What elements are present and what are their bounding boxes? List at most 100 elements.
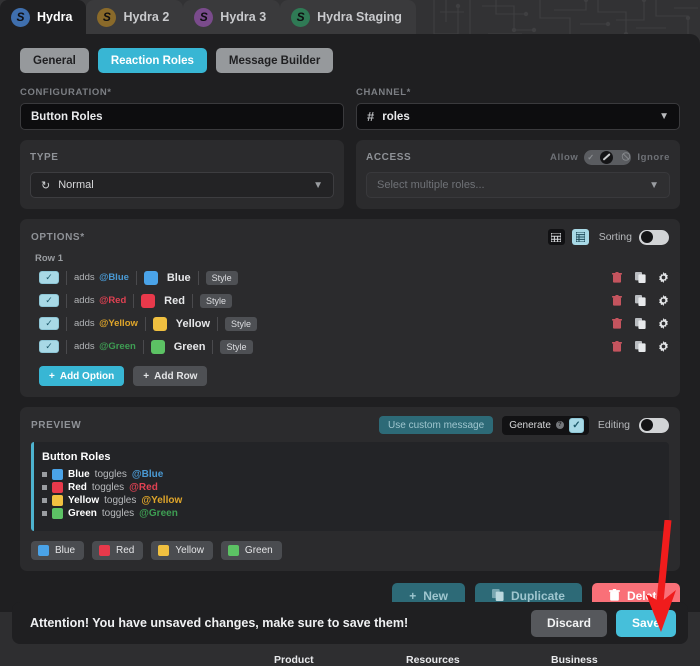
use-custom-message-button[interactable]: Use custom message (379, 416, 494, 434)
channel-label: CHANNEL* (356, 87, 411, 98)
tab-general[interactable]: General (20, 48, 89, 73)
option-row-actions[interactable] (611, 294, 669, 307)
divider (66, 293, 67, 308)
hydra-logo-purple-icon: S (194, 7, 214, 27)
savebar-actions[interactable]: Discard Save (530, 609, 676, 637)
access-roles-placeholder: Select multiple roles... (377, 179, 485, 191)
preview-header-tools[interactable]: Use custom message Generate ? ✓ Editing (379, 415, 669, 435)
channel-select[interactable]: # roles ▼ (356, 103, 680, 130)
add-buttons-row[interactable]: + Add Option + Add Row (39, 366, 669, 386)
access-card: ACCESS Allow ✓ ⃠ Ignore Select multiple … (356, 140, 680, 209)
hash-icon: # (367, 109, 375, 124)
options-header-tools[interactable]: Sorting (547, 229, 669, 245)
browser-tab-strip[interactable]: S Hydra S Hydra 2 S Hydra 3 S Hydra Stag… (0, 0, 450, 34)
configuration-value: Button Roles (31, 110, 103, 123)
preview-label: PREVIEW (31, 419, 82, 431)
access-toggle-knob[interactable] (600, 150, 614, 164)
preview-button-green[interactable]: Green (220, 541, 282, 560)
editing-toggle[interactable] (639, 417, 669, 433)
preview-button-red[interactable]: Red (92, 541, 144, 560)
tab-reaction-roles[interactable]: Reaction Roles (97, 48, 207, 73)
option-row[interactable]: ✓ adds @Red Red Style (31, 290, 669, 311)
save-button[interactable]: Save (615, 609, 676, 637)
add-row-label: Add Row (154, 370, 198, 382)
trash-icon[interactable] (611, 317, 623, 330)
option-style-button[interactable]: Style (220, 339, 253, 354)
plus-icon: + (143, 370, 150, 382)
adds-label: adds (74, 318, 95, 329)
section-tab-row[interactable]: General Reaction Roles Message Builder (12, 46, 688, 73)
option-checkbox[interactable]: ✓ (39, 271, 59, 284)
info-icon[interactable]: ? (555, 421, 564, 429)
option-checkbox[interactable]: ✓ (39, 294, 59, 307)
trash-icon[interactable] (611, 271, 623, 284)
add-option-button[interactable]: + Add Option (39, 366, 125, 386)
button-color-swatch (227, 545, 239, 556)
generate-control[interactable]: Generate ? ✓ (502, 415, 589, 435)
divider (66, 316, 67, 331)
access-toggle-track[interactable]: ✓ ⃠ (584, 149, 632, 165)
option-color-swatch[interactable] (141, 293, 156, 308)
option-checkbox[interactable]: ✓ (39, 340, 59, 353)
duplicate-icon[interactable] (634, 317, 646, 330)
block-icon: ⃠ (627, 152, 629, 161)
configuration-field: CONFIGURATION* Button Roles (20, 87, 344, 130)
option-color-swatch[interactable] (150, 339, 165, 354)
options-header: OPTIONS* Sorting (31, 228, 669, 246)
options-card: OPTIONS* Sorting Row 1 ✓ adds @Blue Blue… (20, 219, 680, 397)
option-row[interactable]: ✓ adds @Green Green Style (31, 336, 669, 357)
tab-hydra-3[interactable]: S Hydra 3 (183, 0, 281, 34)
delete-label: Delete (626, 589, 663, 603)
embed-color-swatch (52, 495, 63, 506)
tab-hydra[interactable]: S Hydra (0, 0, 87, 34)
gear-icon[interactable] (657, 317, 669, 330)
add-row-button[interactable]: + Add Row (133, 366, 208, 386)
configuration-input[interactable]: Button Roles (20, 103, 344, 130)
access-tri-toggle[interactable]: Allow ✓ ⃠ Ignore (550, 149, 670, 165)
duplicate-icon[interactable] (634, 294, 646, 307)
option-row[interactable]: ✓ adds @Blue Blue Style (31, 267, 669, 288)
gear-icon[interactable] (657, 271, 669, 284)
option-style-button[interactable]: Style (199, 293, 232, 308)
option-mention: @Green (99, 341, 136, 352)
preview-button-blue[interactable]: Blue (31, 541, 85, 560)
access-roles-select[interactable]: Select multiple roles... ▼ (366, 172, 670, 198)
option-color-swatch[interactable] (143, 270, 158, 285)
option-row[interactable]: ✓ adds @Yellow Yellow Style (31, 313, 669, 334)
sorting-toggle[interactable] (639, 229, 669, 245)
bullet-icon (42, 485, 47, 490)
access-ignore-label: Ignore (637, 151, 670, 163)
bullet-icon (42, 472, 47, 477)
embed-mention: @Yellow (141, 495, 183, 506)
gear-icon[interactable] (657, 294, 669, 307)
generate-label: Generate (509, 419, 551, 431)
editing-label: Editing (597, 419, 630, 431)
preview-button-yellow[interactable]: Yellow (151, 541, 213, 560)
tab-message-builder[interactable]: Message Builder (215, 48, 334, 73)
preview-buttons-row[interactable]: Blue Red Yellow Green (31, 541, 669, 560)
duplicate-icon[interactable] (634, 271, 646, 284)
type-select[interactable]: ↻ Normal ▼ (30, 172, 334, 198)
generate-checkbox[interactable]: ✓ (568, 417, 584, 433)
trash-icon[interactable] (611, 340, 623, 353)
check-icon: ✓ (587, 152, 595, 162)
trash-icon[interactable] (611, 294, 623, 307)
options-label: OPTIONS* (31, 231, 85, 243)
grid-view-icon[interactable] (547, 229, 565, 245)
list-view-icon[interactable] (571, 229, 589, 245)
divider (212, 339, 214, 354)
option-row-actions[interactable] (611, 317, 669, 330)
option-style-button[interactable]: Style (225, 316, 258, 331)
gear-icon[interactable] (657, 340, 669, 353)
option-row-actions[interactable] (611, 340, 669, 353)
duplicate-icon[interactable] (634, 340, 646, 353)
option-color-swatch[interactable] (152, 316, 167, 331)
tab-hydra-staging[interactable]: S Hydra Staging (280, 0, 416, 34)
option-style-button[interactable]: Style (205, 270, 238, 285)
option-row-actions[interactable] (611, 271, 669, 284)
type-label: TYPE (30, 151, 59, 163)
tab-hydra-2[interactable]: S Hydra 2 (86, 0, 184, 34)
option-checkbox[interactable]: ✓ (39, 317, 59, 330)
new-label: New (423, 589, 448, 603)
discard-button[interactable]: Discard (530, 609, 607, 637)
